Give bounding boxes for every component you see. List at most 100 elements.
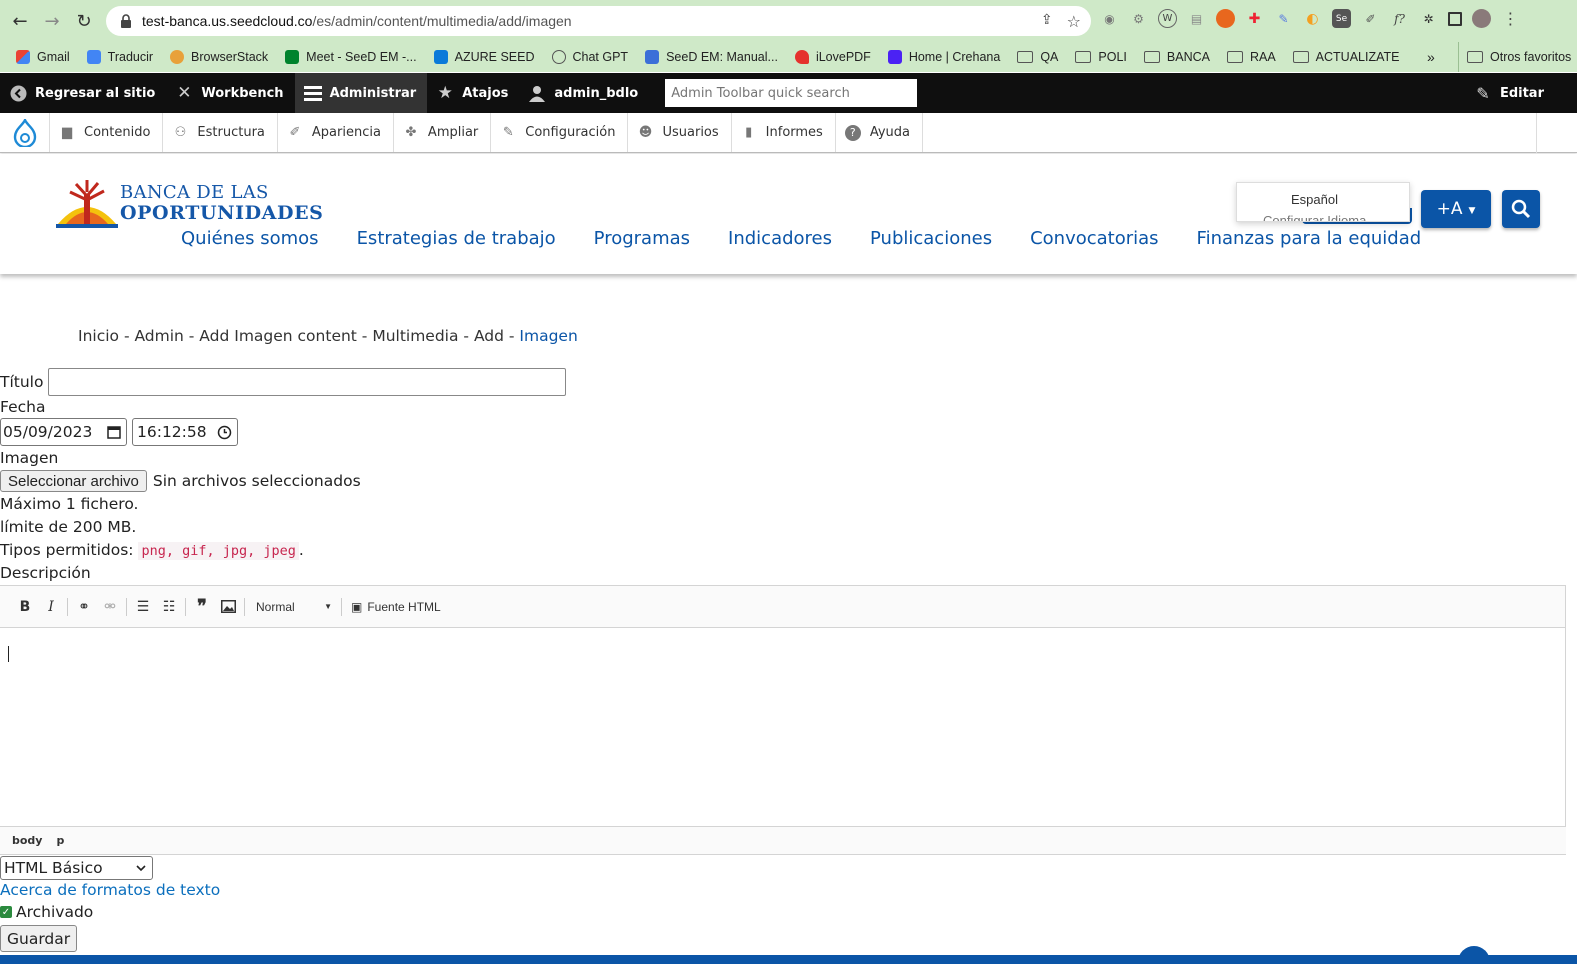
bulleted-list-icon[interactable]: ☰: [130, 594, 156, 620]
language-option-cutoff[interactable]: Configurar Idioma: [1263, 213, 1366, 221]
tray-item-content[interactable]: ▆ Contenido: [50, 113, 164, 152]
blockquote-icon[interactable]: ❞: [189, 594, 215, 620]
wordpress-extension-icon[interactable]: W: [1158, 9, 1177, 28]
drupal-logo-icon[interactable]: [0, 113, 50, 152]
firefox-extension-icon[interactable]: [1216, 9, 1235, 28]
back-arrow-icon[interactable]: ←: [4, 5, 36, 37]
italic-button[interactable]: I: [38, 594, 64, 620]
menu-item-finance[interactable]: Finanzas para la equidad: [1197, 228, 1422, 249]
manage-tab[interactable]: Administrar: [294, 73, 428, 113]
meet-icon: [285, 50, 300, 64]
formula-extension-icon[interactable]: f?: [1390, 9, 1409, 28]
bookmark-folder-raa[interactable]: RAA: [1226, 50, 1276, 64]
more-bookmarks-icon[interactable]: »: [1427, 49, 1435, 65]
text-format-select[interactable]: HTML Básico: [0, 856, 153, 880]
selector-extension-icon[interactable]: ✐: [1361, 9, 1380, 28]
color-extension-icon[interactable]: ✚: [1245, 9, 1264, 28]
workbench-link[interactable]: ✕ Workbench: [166, 73, 294, 113]
bookmark-browserstack[interactable]: BrowserStack: [170, 50, 268, 64]
breadcrumb-current[interactable]: Imagen: [519, 327, 577, 345]
bookmark-translate[interactable]: Traducir: [86, 50, 153, 64]
browser-menu-icon[interactable]: ⋮: [1501, 9, 1520, 28]
source-html-button[interactable]: ▣ Fuente HTML: [345, 600, 441, 614]
description-label: Descripción: [0, 564, 91, 582]
numbered-list-icon[interactable]: ☷: [156, 594, 182, 620]
hamburger-icon: [303, 84, 322, 102]
back-to-site-link[interactable]: Regresar al sitio: [0, 73, 166, 113]
shortcuts-tab[interactable]: ★ Atajos: [427, 73, 519, 113]
site-search-button[interactable]: [1502, 190, 1540, 228]
image-icon[interactable]: [215, 594, 241, 620]
tray-item-extend[interactable]: ✤ Ampliar: [394, 113, 492, 152]
menu-item-programs[interactable]: Programas: [594, 228, 690, 249]
heart-icon: [794, 50, 809, 64]
paragraph-format-dropdown[interactable]: Normal ▼: [248, 600, 338, 614]
puzzle-extensions-icon[interactable]: ✲: [1419, 9, 1438, 28]
paintbrush-icon: ✐: [289, 125, 301, 140]
bookmark-folder-qa[interactable]: QA: [1017, 50, 1058, 64]
side-panel-icon[interactable]: [1448, 11, 1462, 26]
bookmark-folder-actualizate[interactable]: ACTUALIZATE: [1292, 50, 1399, 64]
tray-item-structure[interactable]: ⚇ Estructura: [163, 113, 278, 152]
bookmark-folder-poli[interactable]: POLI: [1075, 50, 1127, 64]
help-size-limit: límite de 200 MB.: [0, 518, 137, 536]
bookmark-ilovepdf[interactable]: iLovePDF: [794, 50, 871, 64]
profile-avatar[interactable]: [1472, 9, 1491, 28]
save-button[interactable]: Guardar: [0, 925, 78, 952]
forward-arrow-icon[interactable]: →: [36, 5, 68, 37]
tray-item-configuration[interactable]: ✎ Configuración: [491, 113, 629, 152]
other-bookmarks[interactable]: Otros favoritos: [1458, 42, 1571, 72]
path-item-p[interactable]: p: [56, 834, 64, 847]
path-item-body[interactable]: body: [12, 834, 42, 847]
address-bar[interactable]: test-banca.us.seedcloud.co/es/admin/cont…: [106, 6, 1091, 36]
bookmark-gmail[interactable]: Gmail: [16, 50, 70, 64]
breadcrumb-trail[interactable]: Inicio - Admin - Add Imagen content - Mu…: [78, 327, 519, 345]
menu-item-about[interactable]: Quiénes somos: [181, 228, 319, 249]
about-text-formats-link[interactable]: Acerca de formatos de texto: [0, 881, 220, 899]
bookmark-crehana[interactable]: Home | Crehana: [887, 50, 1000, 64]
bold-button[interactable]: B: [12, 594, 38, 620]
star-icon: ★: [437, 83, 453, 103]
camera-extension-icon[interactable]: ◉: [1100, 9, 1119, 28]
user-tab[interactable]: admin_bdlo: [519, 73, 649, 113]
editor-content-area[interactable]: [0, 628, 1565, 828]
bookmark-folder-banca[interactable]: BANCA: [1143, 50, 1210, 64]
share-icon[interactable]: ⇪: [1041, 12, 1053, 31]
bookmark-azure[interactable]: AZURE SEED: [433, 50, 535, 64]
menu-item-indicators[interactable]: Indicadores: [728, 228, 832, 249]
site-logo[interactable]: BANCA DE LAS OPORTUNIDADES: [56, 180, 323, 228]
link-icon[interactable]: ⚭: [71, 594, 97, 620]
edit-toggle[interactable]: ✎ Editar: [1465, 73, 1555, 113]
clock-icon[interactable]: [217, 425, 232, 440]
time-input[interactable]: 16:12:58: [132, 418, 238, 446]
archived-checkbox[interactable]: ✓: [0, 906, 12, 918]
tray-item-appearance[interactable]: ✐ Apariencia: [278, 113, 394, 152]
selenium-extension-icon[interactable]: Se: [1332, 9, 1351, 28]
scroll-to-top-button[interactable]: [1458, 946, 1490, 964]
menu-item-calls[interactable]: Convocatorias: [1030, 228, 1158, 249]
tray-item-reports[interactable]: ▮ Informes: [732, 113, 836, 152]
bookmark-chatgpt[interactable]: Chat GPT: [551, 50, 628, 64]
unlink-icon[interactable]: ⚮: [97, 594, 123, 620]
bookmark-star-icon[interactable]: ☆: [1067, 12, 1081, 31]
calendar-icon[interactable]: [107, 425, 121, 439]
orange-extension-icon[interactable]: ◐: [1303, 9, 1322, 28]
date-input[interactable]: 05/09/2023: [0, 418, 127, 446]
tray-item-people[interactable]: ☻ Usuarios: [628, 113, 732, 152]
gear-extension-icon[interactable]: ⚙: [1129, 9, 1148, 28]
bookmark-manual[interactable]: SeeD EM: Manual...: [645, 50, 778, 64]
font-size-button[interactable]: +A ▼: [1421, 190, 1491, 228]
tray-item-help[interactable]: ? Ayuda: [836, 113, 923, 152]
admin-quick-search-input[interactable]: [665, 79, 918, 107]
file-status-text: Sin archivos seleccionados: [152, 472, 361, 490]
document-extension-icon[interactable]: ▤: [1187, 9, 1206, 28]
menu-item-publications[interactable]: Publicaciones: [870, 228, 992, 249]
language-option-spanish[interactable]: Español: [1291, 192, 1338, 207]
main-menu: Quiénes somos Estrategias de trabajo Pro…: [181, 228, 1421, 249]
menu-item-strategies[interactable]: Estrategias de trabajo: [357, 228, 556, 249]
select-file-button[interactable]: Seleccionar archivo: [0, 470, 147, 492]
pointer-extension-icon[interactable]: ✎: [1274, 9, 1293, 28]
bookmark-meet[interactable]: Meet - SeeD EM -...: [285, 50, 417, 64]
reload-icon[interactable]: ↻: [68, 5, 100, 37]
title-input[interactable]: [48, 368, 567, 396]
